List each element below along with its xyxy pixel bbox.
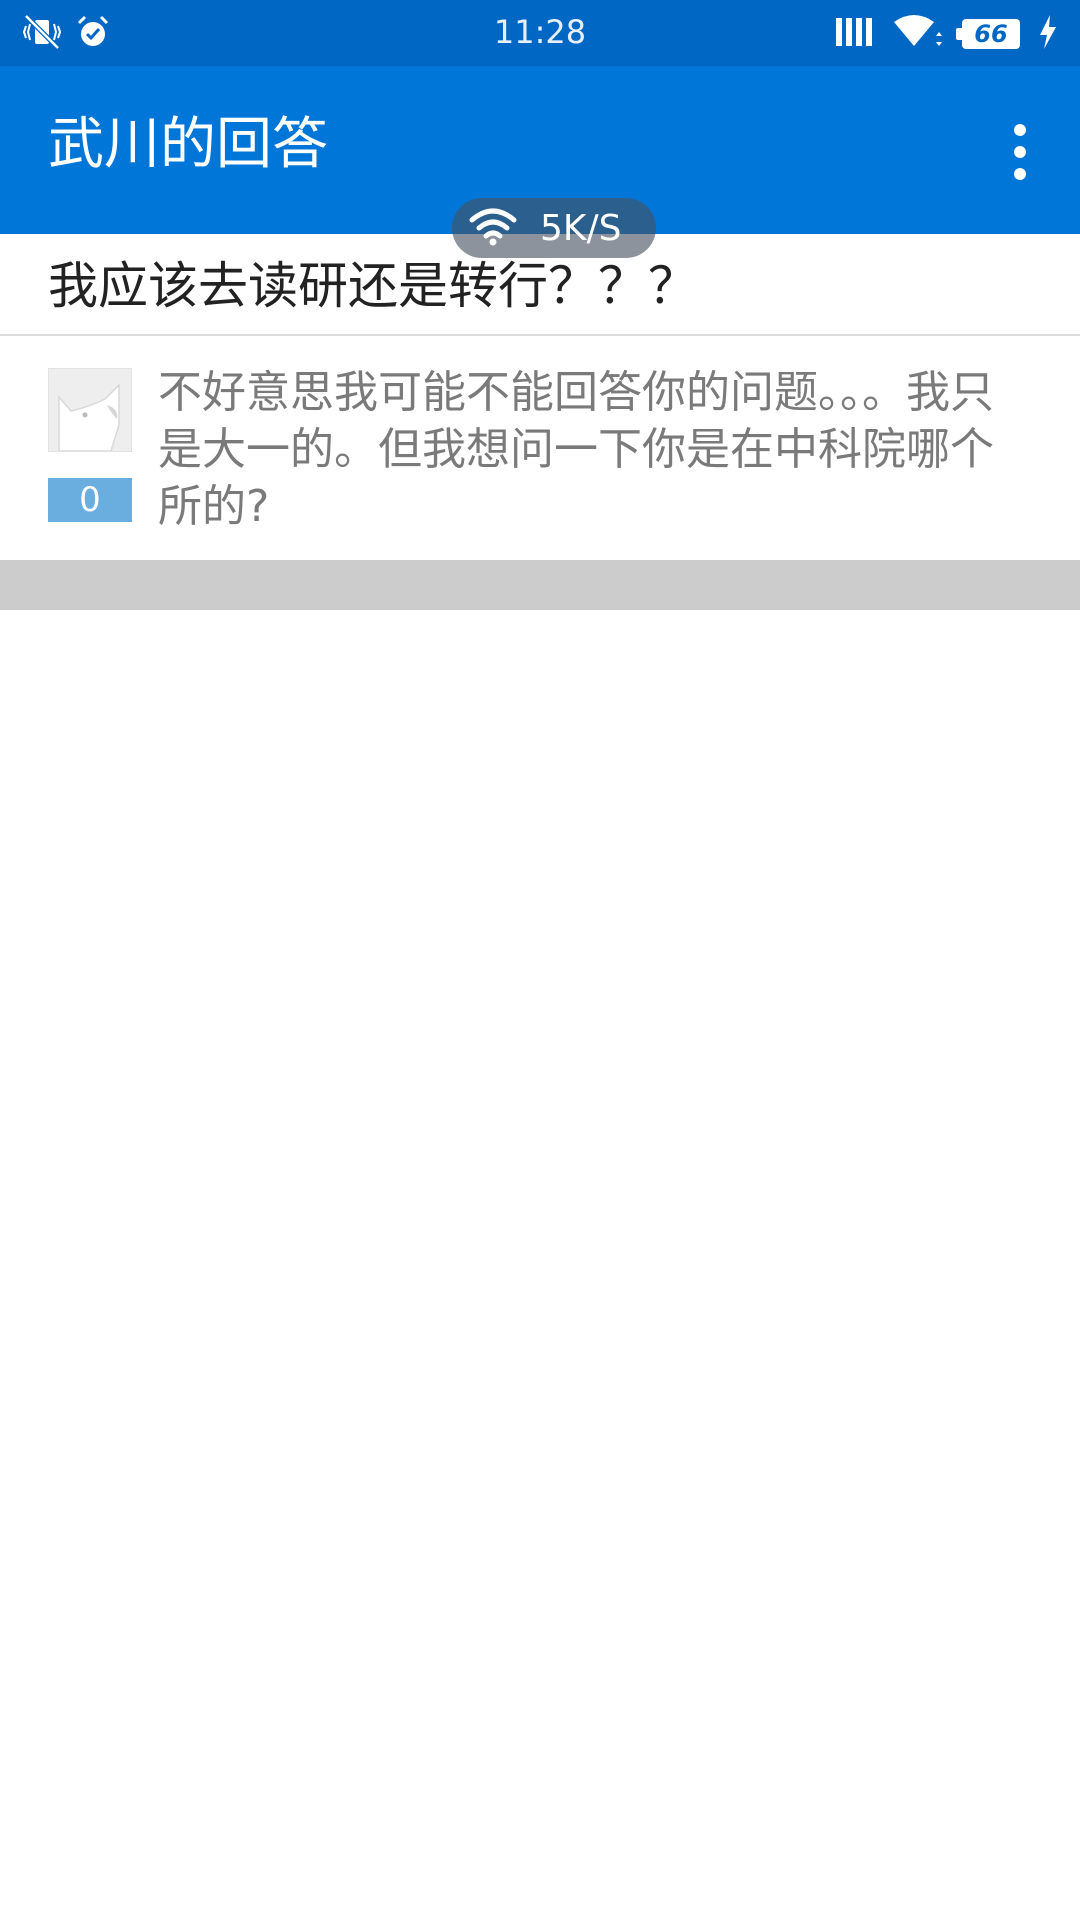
net-speed-indicator: 5K/S <box>452 198 656 258</box>
answer-text: 不好意思我可能不能回答你的问题。。。我只是大一的。但我想问一下你是在中科院哪个所… <box>158 367 994 532</box>
menu-dot <box>1014 124 1026 136</box>
battery-level: 66 <box>974 20 1008 48</box>
status-right-icons: 66 <box>836 14 1058 54</box>
status-bar: 11:28 66 <box>0 0 1080 66</box>
wifi-icon <box>892 14 944 54</box>
page-title: 武川的回答 <box>48 112 328 177</box>
net-speed-value: 5K/S <box>540 207 622 249</box>
wifi-icon <box>468 206 518 250</box>
question-title: 我应该去读研还是转行？？？ <box>48 257 698 315</box>
screen: 11:28 66 武川的回答 5K/S 我应该去读研还是转行？？？ 0 不好意思… <box>0 0 1080 1920</box>
signal-icon <box>836 16 874 52</box>
avatar[interactable] <box>48 368 132 452</box>
battery-icon: 66 <box>956 19 1020 49</box>
charging-icon <box>1038 15 1058 53</box>
footer-divider <box>0 560 1080 610</box>
more-vert-icon[interactable] <box>1000 124 1040 180</box>
menu-dot <box>1014 146 1026 158</box>
vote-count-badge[interactable]: 0 <box>48 478 132 522</box>
answer-item[interactable]: 0 不好意思我可能不能回答你的问题。。。我只是大一的。但我想问一下你是在中科院哪… <box>0 336 1080 560</box>
menu-dot <box>1014 168 1026 180</box>
